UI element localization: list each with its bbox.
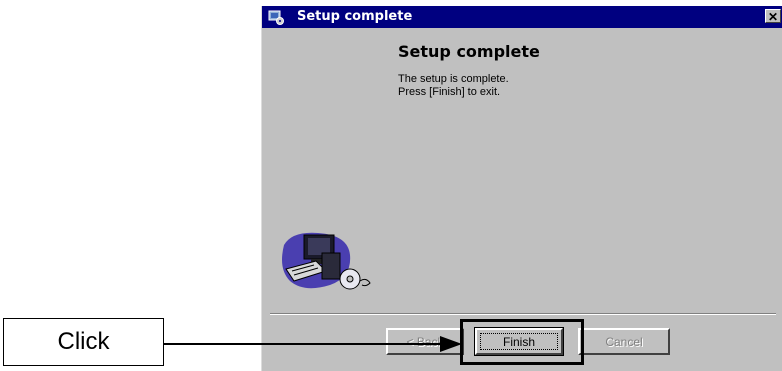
setup-dialog: Setup complete ✕ Setup complete The setu… <box>261 6 782 371</box>
setup-icon <box>268 10 284 25</box>
finish-highlight-box <box>460 319 584 365</box>
click-callout: Click <box>3 318 164 366</box>
close-icon: ✕ <box>767 10 779 24</box>
page-heading: Setup complete <box>398 42 540 61</box>
body-line-2: Press [Finish] to exit. <box>398 86 501 98</box>
window-title: Setup complete <box>297 9 413 24</box>
body-line-1: The setup is complete. <box>398 73 509 85</box>
cancel-button[interactable]: Cancel <box>578 328 670 355</box>
title-bar[interactable]: Setup complete ✕ <box>262 6 782 28</box>
body-text: The setup is complete. Press [Finish] to… <box>398 73 509 99</box>
arrow-icon <box>164 336 462 352</box>
close-button[interactable]: ✕ <box>765 9 781 24</box>
computer-cd-icon <box>282 232 371 290</box>
separator <box>270 313 776 315</box>
